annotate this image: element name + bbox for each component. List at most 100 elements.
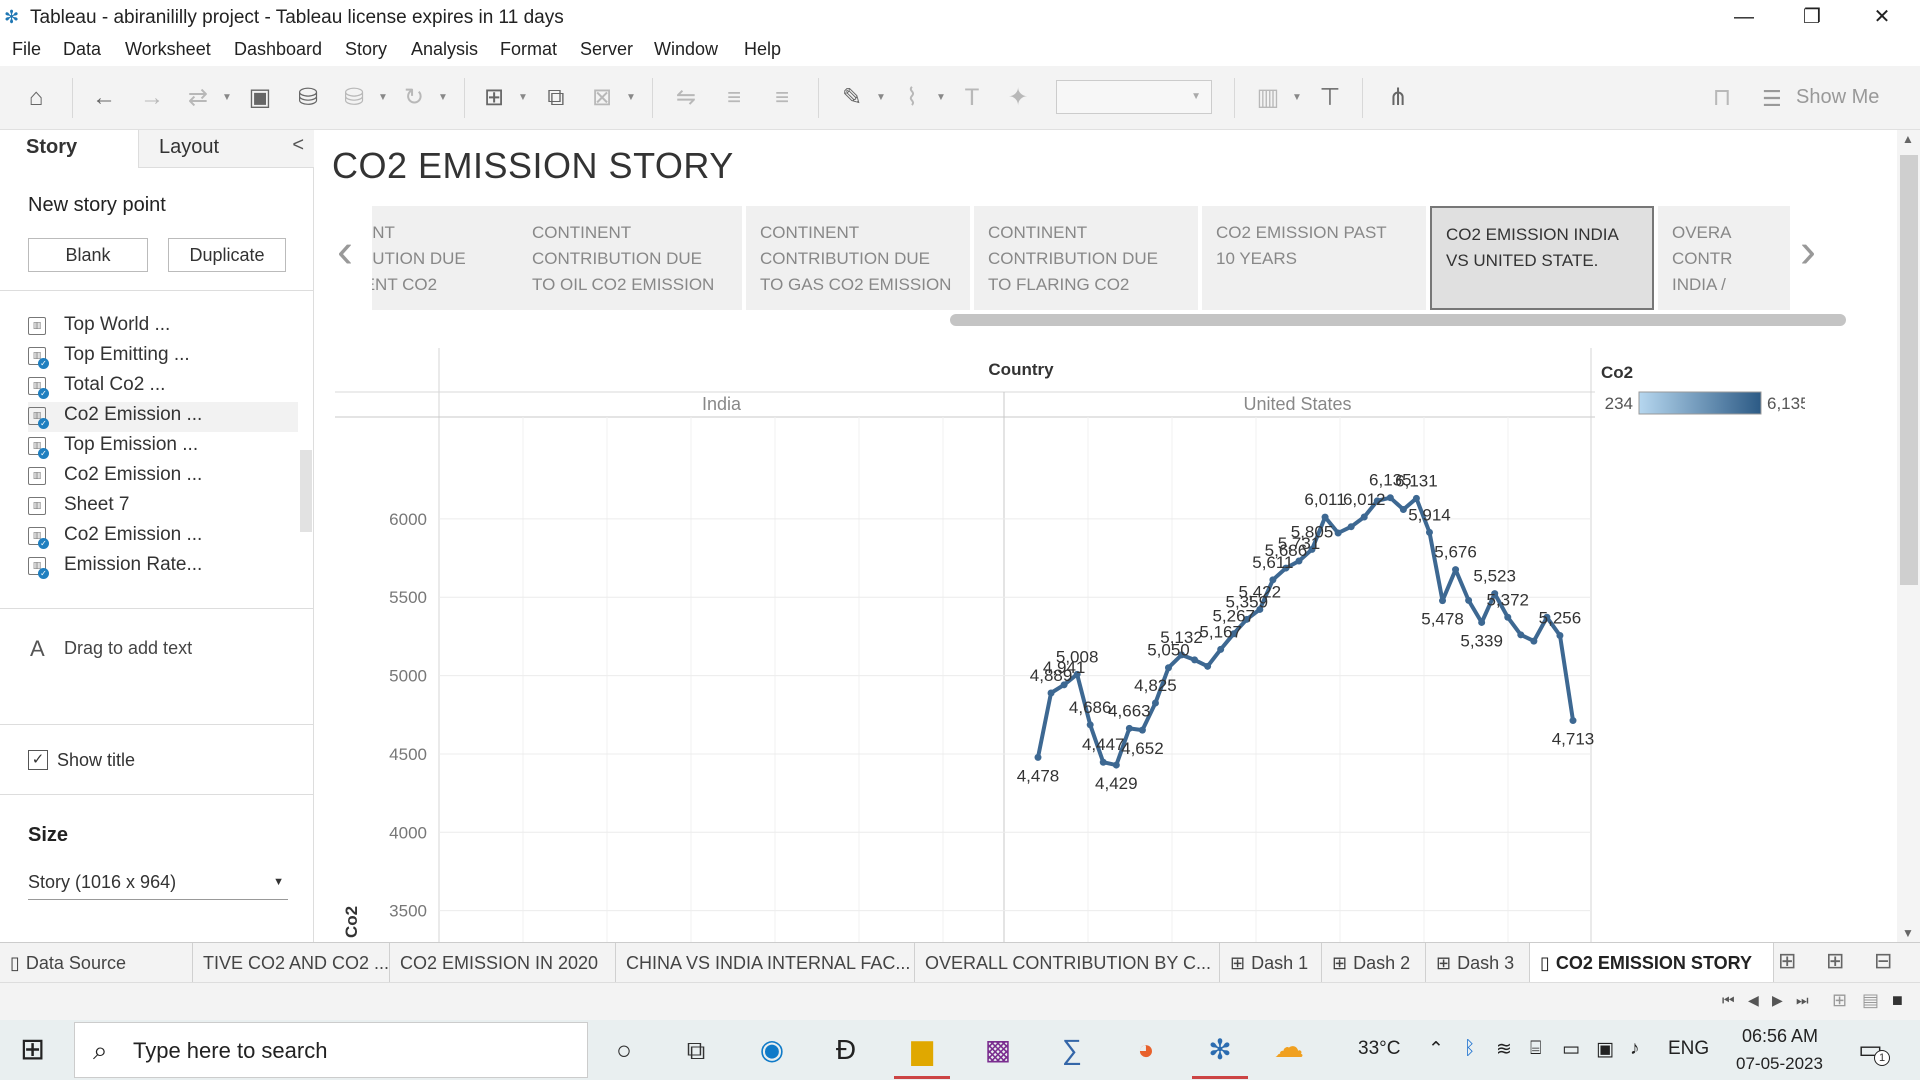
close-button[interactable]: ✕: [1852, 2, 1912, 32]
redo-icon[interactable]: →: [136, 82, 168, 114]
volume-icon[interactable]: ♪: [1630, 1038, 1640, 1060]
show-labels-icon[interactable]: T: [956, 82, 988, 114]
story-sheet-item[interactable]: ▥ ✓ Total Co2 ...: [28, 372, 298, 402]
story-point-2[interactable]: CONTINENT CONTRIBUTION DUE TO OIL CO2 EMIS…: [518, 206, 742, 310]
show-me-button[interactable]: Show Me: [1796, 86, 1879, 109]
story-sheet-item[interactable]: ▥ ✓ Co2 Emission ...: [28, 402, 298, 432]
fit-dropdown[interactable]: ▼: [1056, 80, 1212, 114]
menu-file[interactable]: File: [12, 39, 41, 60]
tab-layout[interactable]: Layout <: [138, 130, 314, 168]
menu-analysis[interactable]: Analysis: [411, 39, 478, 60]
sheet-tab[interactable]: ▯ CO2 EMISSION STORY: [1530, 943, 1774, 983]
story-point-4[interactable]: CONTINENT CONTRIBUTION DUE TO FLARING CO2: [974, 206, 1198, 310]
language-indicator[interactable]: ENG: [1668, 1038, 1709, 1060]
previous-sheet-icon[interactable]: ◀: [1748, 992, 1759, 1009]
story-sheet-item[interactable]: ▥ Sheet 7: [28, 492, 298, 522]
sheet-tab[interactable]: ▯ Data Source: [0, 943, 193, 983]
blank-button[interactable]: Blank: [28, 238, 148, 272]
chevron-down-icon[interactable]: ▼: [876, 92, 886, 103]
size-dropdown[interactable]: Story (1016 x 964) ▼: [28, 866, 288, 900]
sheet-tab[interactable]: OVERALL CONTRIBUTION BY C...: [915, 943, 1220, 983]
story-point-3[interactable]: CONTINENT CONTRIBUTION DUE TO GAS CO2 EMIS…: [746, 206, 970, 310]
menu-story[interactable]: Story: [345, 39, 387, 60]
sort-descending-icon[interactable]: ≡: [766, 82, 798, 114]
clear-sheet-icon[interactable]: ⊠: [586, 82, 618, 114]
scroll-up-icon[interactable]: ▲: [1902, 132, 1914, 146]
group-members-icon[interactable]: ⌇: [896, 82, 928, 114]
meet-icon[interactable]: ⌸: [1530, 1038, 1541, 1060]
menu-data[interactable]: Data: [63, 39, 101, 60]
chevron-down-icon[interactable]: ▼: [222, 92, 232, 103]
sheet-tab[interactable]: CO2 EMISSION IN 2020: [390, 943, 616, 983]
story-navigator-scrollbar[interactable]: [950, 314, 1846, 326]
duplicate-button[interactable]: Duplicate: [168, 238, 286, 272]
sheet-tab[interactable]: ⊞ Dash 2: [1322, 943, 1426, 983]
fix-axes-icon[interactable]: ✦: [1002, 82, 1034, 114]
new-worksheet-icon[interactable]: ⊞: [478, 82, 510, 114]
cortana-icon[interactable]: ○: [602, 1028, 646, 1072]
bluetooth-icon[interactable]: ᛒ: [1464, 1038, 1475, 1060]
story-sheet-item[interactable]: ▥ Top World ...: [28, 312, 298, 342]
taskbar-search[interactable]: ⌕ Type here to search: [74, 1022, 588, 1078]
sheet-list-scrollbar[interactable]: [300, 450, 312, 532]
chevron-down-icon[interactable]: ▼: [936, 92, 946, 103]
filmstrip-icon[interactable]: ▤: [1862, 990, 1879, 1011]
story-point-1[interactable]: ONTINENT ONTRIBUTION DUE O CEMENT CO2: [372, 206, 518, 310]
duplicate-sheet-icon[interactable]: ⧉: [540, 82, 572, 114]
show-title-checkbox[interactable]: ✓: [28, 750, 48, 770]
chevron-down-icon[interactable]: ▼: [626, 92, 636, 103]
tab-story[interactable]: Story: [0, 130, 138, 168]
swap-rows-columns-icon[interactable]: ⇋: [670, 82, 702, 114]
chevron-down-icon[interactable]: ▼: [1292, 92, 1302, 103]
refresh-icon[interactable]: ↻: [398, 82, 430, 114]
math-app-icon[interactable]: ∑: [1050, 1028, 1094, 1072]
story-point-5[interactable]: CO2 EMISSION PAST 10 YEARS: [1202, 206, 1426, 310]
scroll-thumb[interactable]: [1900, 155, 1918, 585]
next-story-point-icon[interactable]: ›: [1793, 228, 1823, 280]
display-icon[interactable]: ▣: [1596, 1038, 1614, 1061]
presentation-mode-icon[interactable]: ⊤: [1314, 82, 1346, 114]
sheet-sorter-icon[interactable]: ⊞: [1832, 990, 1847, 1011]
highlight-icon[interactable]: ✎: [836, 82, 868, 114]
drag-to-add-text[interactable]: Drag to add text: [64, 638, 192, 659]
story-sheet-item[interactable]: ▥ Co2 Emission ...: [28, 462, 298, 492]
new-data-source-icon[interactable]: ⛁: [292, 82, 324, 114]
previous-story-point-icon[interactable]: ‹: [330, 228, 360, 280]
save-icon[interactable]: ▣: [244, 82, 276, 114]
tex-app-icon[interactable]: ▩: [976, 1028, 1020, 1072]
app-d-icon[interactable]: Ð: [824, 1028, 868, 1072]
new-worksheet-tab-icon[interactable]: ⊞: [1778, 948, 1796, 974]
share-icon[interactable]: ⋔: [1382, 82, 1414, 114]
collapse-pane-icon[interactable]: <: [292, 134, 304, 157]
scroll-down-icon[interactable]: ▼: [1902, 926, 1914, 940]
edge-icon[interactable]: ◉: [750, 1028, 794, 1072]
menu-help[interactable]: Help: [744, 39, 781, 60]
sheet-tab[interactable]: ⊞ Dash 3: [1426, 943, 1530, 983]
sheet-tab[interactable]: CHINA VS INDIA INTERNAL FAC...: [616, 943, 915, 983]
swap-icon[interactable]: ⇄: [182, 82, 214, 114]
file-explorer-icon[interactable]: ▆: [900, 1028, 944, 1072]
vertical-scrollbar[interactable]: ▲ ▼: [1897, 130, 1920, 942]
last-sheet-icon[interactable]: ⏭: [1796, 992, 1809, 1009]
minimize-button[interactable]: —: [1714, 2, 1774, 32]
restore-button[interactable]: ❐: [1782, 2, 1842, 32]
next-sheet-icon[interactable]: ▶: [1772, 992, 1783, 1009]
windows-start-icon[interactable]: ⊞: [20, 1032, 45, 1067]
story-sheet-item[interactable]: ▥ ✓ Top Emission ...: [28, 432, 298, 462]
tableau-taskbar-icon[interactable]: ✻: [1198, 1028, 1242, 1072]
firefox-icon[interactable]: ◕: [1124, 1028, 1168, 1072]
clock-time[interactable]: 06:56 AM: [1742, 1026, 1818, 1047]
sheet-tab[interactable]: ⊞ Dash 1: [1220, 943, 1322, 983]
story-point-7[interactable]: OVERA CONTR INDIA /: [1658, 206, 1790, 310]
first-sheet-icon[interactable]: ⏮: [1722, 992, 1735, 1009]
weather-icon[interactable]: ☁: [1274, 1030, 1304, 1065]
undo-icon[interactable]: ←: [88, 82, 120, 114]
menu-dashboard[interactable]: Dashboard: [234, 39, 322, 60]
battery-icon[interactable]: ▭: [1562, 1038, 1580, 1061]
menu-format[interactable]: Format: [500, 39, 557, 60]
sheet-tab[interactable]: TIVE CO2 AND CO2 ...: [193, 943, 390, 983]
show-cards-icon[interactable]: ▥: [1252, 82, 1284, 114]
temperature[interactable]: 33°C: [1358, 1038, 1400, 1060]
menu-worksheet[interactable]: Worksheet: [125, 39, 211, 60]
wifi-icon[interactable]: ≋: [1496, 1038, 1512, 1061]
